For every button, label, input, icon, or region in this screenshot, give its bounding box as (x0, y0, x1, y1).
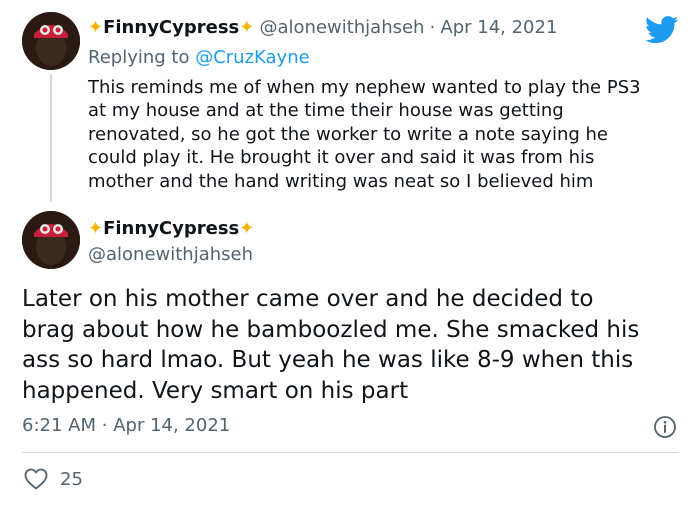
tweet-date[interactable]: Apr 14, 2021 (440, 17, 557, 38)
replying-to: Replying to @CruzKayne (88, 47, 310, 68)
sparkle-right-icon: ✦ (239, 218, 255, 239)
author-name[interactable]: FinnyCypress (103, 17, 239, 38)
author-handle[interactable]: @alonewithjahseh (259, 17, 424, 38)
tweet-timestamp: 6:21 AM · Apr 14, 2021 (22, 415, 230, 436)
reply-tweet-text: This reminds me of when my nephew wanted… (88, 77, 641, 192)
replying-prefix: Replying to (88, 47, 196, 68)
like-count: 25 (60, 469, 83, 490)
thread-line (50, 74, 52, 202)
replying-to-link[interactable]: @CruzKayne (195, 47, 309, 68)
tweet-time[interactable]: 6:21 AM (22, 415, 96, 436)
divider (22, 452, 678, 453)
main-tweet-text: Later on his mother came over and he dec… (22, 286, 640, 404)
tweet-date[interactable]: Apr 14, 2021 (113, 415, 230, 436)
sparkle-left-icon: ✦ (88, 218, 104, 239)
separator: · (101, 415, 108, 436)
info-icon[interactable] (653, 415, 677, 439)
author-handle[interactable]: @alonewithjahseh (88, 244, 253, 265)
reply-tweet-header: ✦FinnyCypress✦ @alonewithjahseh · Apr 14… (88, 17, 557, 38)
main-tweet-author: ✦FinnyCypress✦ (88, 218, 254, 239)
sparkle-right-icon: ✦ (239, 17, 255, 38)
author-name[interactable]: FinnyCypress (103, 218, 239, 239)
avatar[interactable] (22, 211, 80, 269)
avatar[interactable] (22, 12, 80, 70)
sparkle-left-icon: ✦ (88, 17, 104, 38)
heart-icon[interactable] (24, 468, 48, 490)
twitter-bird-icon[interactable] (645, 16, 679, 44)
separator: · (429, 17, 436, 38)
